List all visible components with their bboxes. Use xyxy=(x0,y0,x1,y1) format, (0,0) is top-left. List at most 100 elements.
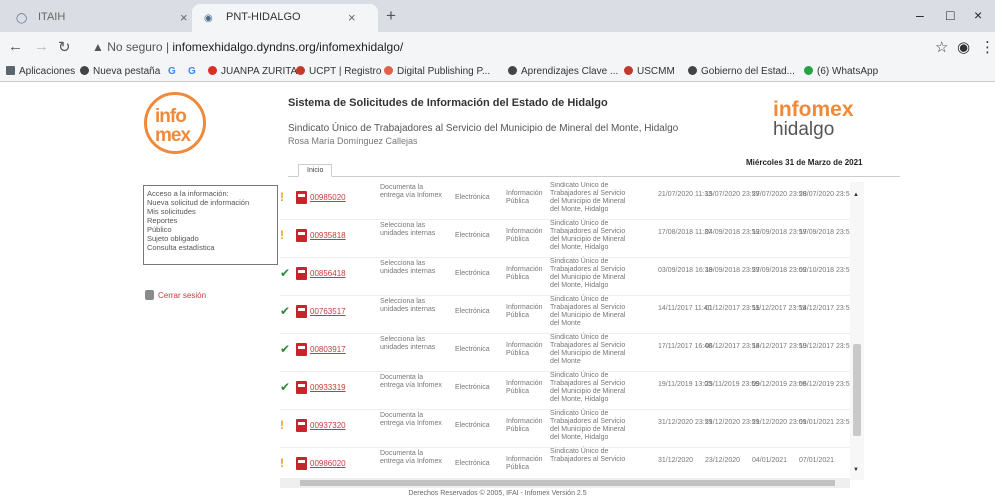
close-icon[interactable]: × xyxy=(348,10,356,25)
bookmark-digital-publishing[interactable]: Digital Publishing P... xyxy=(384,66,490,77)
modalidad-cell: Electrónica xyxy=(455,308,490,315)
globe-icon xyxy=(508,66,517,75)
bookmark-ucpt[interactable]: UCPT | Registro xyxy=(296,66,381,77)
folio-link[interactable]: 00937320 xyxy=(310,421,346,430)
infomex-hidalgo-logo: infomex hidalgo xyxy=(773,98,854,140)
menu-consulta-estadistica[interactable]: Consulta estadística xyxy=(147,243,277,252)
bookmark-juanpa[interactable]: JUANPA ZURITA xyxy=(208,66,297,77)
close-icon[interactable]: × xyxy=(180,10,188,25)
bookmark-gobierno[interactable]: Gobierno del Estad... xyxy=(688,66,795,77)
youtube-icon xyxy=(208,66,217,75)
date-cell: 21/07/2020 11:33 xyxy=(658,191,712,198)
window-close-icon[interactable]: × xyxy=(974,7,982,23)
sujeto-cell: Sindicato Único de Trabajadores al Servi… xyxy=(550,258,626,289)
menu-acceso-informacion[interactable]: Acceso a la información: xyxy=(147,189,277,198)
tab-inicio[interactable]: Inicio xyxy=(298,164,333,177)
browser-window: ◯ ITAIH × ◉ PNT-HIDALGO × + – □ × ← → ↻ … xyxy=(0,0,995,500)
bookmark-apps[interactable]: Aplicaciones xyxy=(6,66,75,77)
date-cell: 11/12/2017 23:59 xyxy=(752,305,806,312)
table-row: ✔ 00763517 Selecciona las unidades inter… xyxy=(280,296,850,334)
horizontal-scrollbar[interactable] xyxy=(280,478,850,488)
tab-title: ITAIH xyxy=(38,11,66,23)
subject-name: Sindicato Único de Trabajadores al Servi… xyxy=(288,123,679,134)
url-field[interactable]: ▲ No seguro | infomexhidalgo.dyndns.org/… xyxy=(80,36,920,58)
reload-icon[interactable]: ↻ xyxy=(58,38,71,56)
bookmark-google-2[interactable]: G xyxy=(188,66,196,77)
folio-link[interactable]: 00985020 xyxy=(310,193,346,202)
pdf-icon[interactable] xyxy=(296,457,307,470)
date-cell: 06/12/2019 23:59 xyxy=(799,381,850,388)
forward-icon[interactable]: → xyxy=(34,38,49,55)
scroll-thumb[interactable] xyxy=(300,480,835,486)
menu-mis-solicitudes[interactable]: Mis solicitudes xyxy=(147,207,277,216)
bookmark-nueva-pestana[interactable]: Nueva pestaña xyxy=(80,66,160,77)
tramite-cell: Documenta la entrega vía Infomex xyxy=(380,412,442,427)
apps-icon xyxy=(6,66,15,75)
tab-strip: ◯ ITAIH × ◉ PNT-HIDALGO × + – □ × xyxy=(0,0,995,32)
date-cell: 19/12/2017 23:59 xyxy=(799,343,850,350)
pdf-icon[interactable] xyxy=(296,267,307,280)
tramite-cell: Documenta la entrega vía Infomex xyxy=(380,184,442,199)
folio-link[interactable]: 00933319 xyxy=(310,383,346,392)
lock-icon xyxy=(145,290,154,300)
tramite-cell: Selecciona las unidades internas xyxy=(380,222,436,237)
folio-link[interactable]: 00986020 xyxy=(310,459,346,468)
tab-itaih[interactable]: ◯ ITAIH × xyxy=(4,4,192,32)
maximize-icon[interactable]: □ xyxy=(946,7,954,23)
pdf-icon[interactable] xyxy=(296,229,307,242)
date-cell: 07/01/2021 xyxy=(799,457,835,464)
tipo-cell: Información Pública xyxy=(506,304,543,319)
date-cell: 19/11/2019 13:03 xyxy=(658,381,712,388)
menu-publico[interactable]: Público xyxy=(147,225,277,234)
logout-link[interactable]: Cerrar sesión xyxy=(145,290,206,300)
tipo-cell: Información Pública xyxy=(506,266,543,281)
tramite-cell: Documenta la entrega vía Infomex xyxy=(380,374,442,389)
tipo-cell: Información Pública xyxy=(506,342,543,357)
table-row: ✔ 00933319 Documenta la entrega vía Info… xyxy=(280,372,850,410)
scroll-up-icon[interactable]: ▲ xyxy=(853,192,859,198)
footer-copyright: Derechos Reservados © 2005, IFAI - Infom… xyxy=(408,490,587,497)
modalidad-cell: Electrónica xyxy=(455,422,490,429)
bookmark-aprendizajes[interactable]: Aprendizajes Clave ... xyxy=(508,66,618,77)
table-row: ! 00985020 Documenta la entrega vía Info… xyxy=(280,182,850,220)
bookmark-google-1[interactable]: G xyxy=(168,66,176,77)
menu-sujeto-obligado[interactable]: Sujeto obligado xyxy=(147,234,277,243)
minimize-icon[interactable]: – xyxy=(916,7,924,23)
date-cell: 17/08/2018 11:37 xyxy=(658,229,712,236)
bookmark-whatsapp[interactable]: (6) WhatsApp xyxy=(804,66,878,77)
whatsapp-icon xyxy=(804,66,813,75)
scroll-down-icon[interactable]: ▼ xyxy=(853,467,859,473)
pdf-icon[interactable] xyxy=(296,419,307,432)
modalidad-cell: Electrónica xyxy=(455,384,490,391)
pdf-icon[interactable] xyxy=(296,191,307,204)
tab-pnt-hidalgo[interactable]: ◉ PNT-HIDALGO × xyxy=(192,4,378,32)
tramite-cell: Selecciona las unidades internas xyxy=(380,336,436,351)
date-cell: 14/11/2017 11:40 xyxy=(658,305,712,312)
site-icon xyxy=(624,66,633,75)
profile-icon[interactable]: ◉ xyxy=(957,38,970,56)
vertical-scrollbar[interactable]: ▲ ▼ xyxy=(850,182,864,480)
folio-link[interactable]: 00935818 xyxy=(310,231,346,240)
menu-nueva-solicitud[interactable]: Nueva solicitud de información xyxy=(147,198,277,207)
back-icon[interactable]: ← xyxy=(8,38,23,55)
folio-link[interactable]: 00856418 xyxy=(310,269,346,278)
scroll-thumb[interactable] xyxy=(853,344,861,436)
tipo-cell: Información Pública xyxy=(506,418,543,433)
menu-icon[interactable]: ⋮ xyxy=(980,38,995,56)
menu-reportes[interactable]: Reportes xyxy=(147,216,277,225)
table-row: ! 00986020 Documenta la entrega vía Info… xyxy=(280,448,850,480)
side-menu: Acceso a la información: Nueva solicitud… xyxy=(143,185,278,265)
pdf-icon[interactable] xyxy=(296,381,307,394)
folio-link[interactable]: 00803917 xyxy=(310,345,346,354)
folio-link[interactable]: 00763517 xyxy=(310,307,346,316)
tab-title: PNT-HIDALGO xyxy=(226,11,301,23)
check-icon: ✔ xyxy=(280,266,291,280)
new-tab-icon[interactable]: + xyxy=(386,6,396,26)
bookmark-uscmm[interactable]: USCMM xyxy=(624,66,675,77)
table-row: ✔ 00803917 Selecciona las unidades inter… xyxy=(280,334,850,372)
pdf-icon[interactable] xyxy=(296,343,307,356)
tramite-cell: Documenta la entrega vía Infomex xyxy=(380,450,442,465)
star-icon[interactable]: ☆ xyxy=(935,38,948,56)
pdf-icon[interactable] xyxy=(296,305,307,318)
site-icon xyxy=(384,66,393,75)
